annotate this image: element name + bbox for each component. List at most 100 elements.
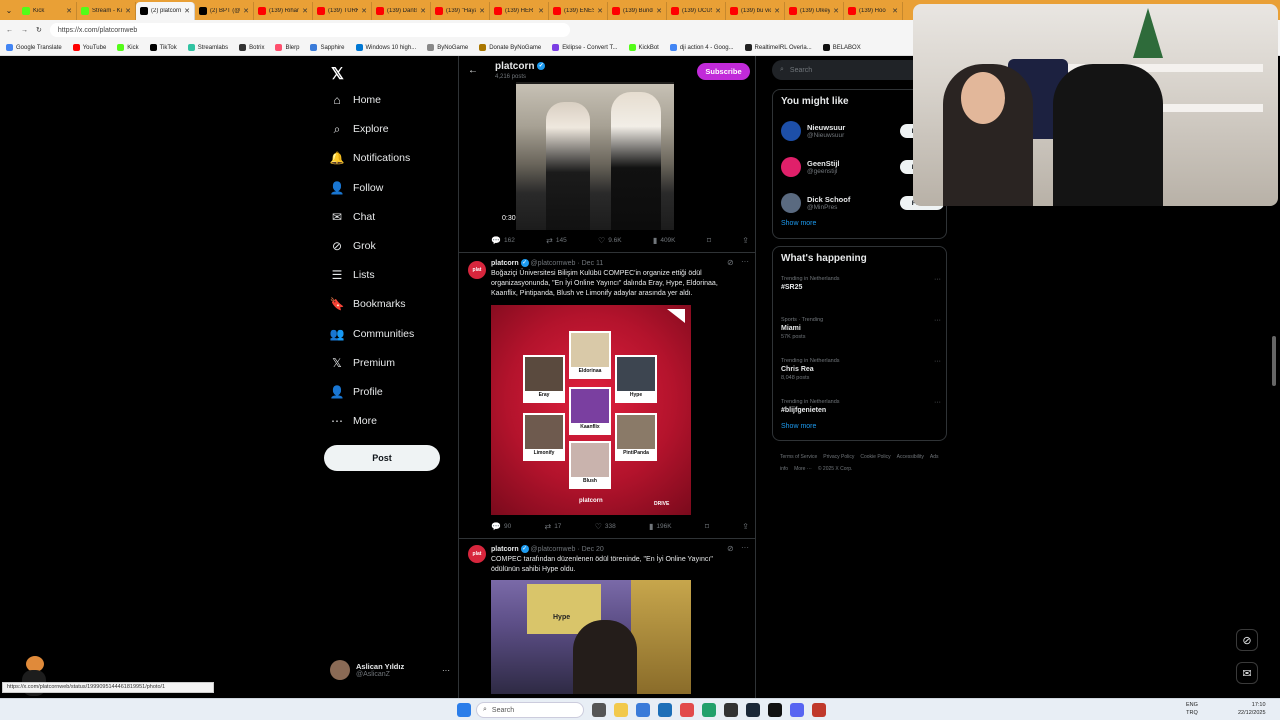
footer-link[interactable]: © 2025 X Corp.: [818, 466, 853, 472]
nav-item-chat[interactable]: ✉ Chat: [330, 210, 375, 224]
author-avatar[interactable]: plat: [468, 261, 486, 279]
browser-tab[interactable]: (139) Hoo ✕: [844, 2, 903, 20]
messages-fab-icon[interactable]: ✉: [1236, 662, 1258, 684]
bookmark-item[interactable]: Streamlabs: [187, 44, 228, 51]
close-icon[interactable]: ✕: [479, 7, 485, 15]
trend-item[interactable]: Trending in Netherlands #SR25 ···: [781, 276, 941, 291]
reply-button[interactable]: 💬 90: [491, 522, 511, 531]
tweet-more-icon[interactable]: ···: [741, 257, 749, 266]
tweet-more-icon[interactable]: ···: [741, 543, 749, 552]
browser-tab[interactable]: Stream - Ki ✕: [77, 2, 136, 20]
browser-tab[interactable]: (139) Ulkey ✕: [785, 2, 844, 20]
discord-icon[interactable]: [790, 703, 804, 717]
nav-item-premium[interactable]: 𝕏 Premium: [330, 356, 395, 370]
suggested-account[interactable]: GeenStijl @geenstijl: [781, 157, 840, 177]
subscribe-button[interactable]: Subscribe: [697, 63, 750, 80]
show-more-link[interactable]: Show more: [781, 423, 816, 430]
grok-icon[interactable]: ⊘: [727, 258, 734, 267]
more-icon[interactable]: ···: [934, 317, 941, 324]
post-button[interactable]: Post: [324, 445, 440, 471]
browser-tab[interactable]: (139) TÜRKİ✕: [313, 2, 372, 20]
system-clock[interactable]: 17:10 22/12/2025: [1238, 701, 1266, 717]
browser-tab[interactable]: (139) Rihan ✕: [254, 2, 313, 20]
author-avatar[interactable]: plat: [468, 545, 486, 563]
taskbar-search[interactable]: ⌕ Search: [476, 702, 584, 718]
edge-icon[interactable]: [702, 703, 716, 717]
close-icon[interactable]: ✕: [361, 7, 367, 15]
browser-tab[interactable]: (139) UCUS ✕: [667, 2, 726, 20]
like-button[interactable]: ♡ 338: [595, 522, 616, 531]
bookmark-item[interactable]: Eklipse - Convert T...: [552, 44, 618, 51]
browser-tab[interactable]: (2) BPT (@tc✕: [195, 2, 254, 20]
bookmark-item[interactable]: Google Translate: [6, 44, 62, 51]
task-view-icon[interactable]: [592, 703, 606, 717]
bookmark-item[interactable]: dji action 4 - Goog...: [669, 44, 734, 51]
tweet-video[interactable]: [516, 82, 674, 230]
more-icon[interactable]: ···: [934, 399, 941, 406]
browser-tab[interactable]: (139) ENES ✕: [549, 2, 608, 20]
browser-tab[interactable]: (139) HER S✕: [490, 2, 549, 20]
footer-link[interactable]: Privacy Policy: [823, 454, 854, 460]
close-icon[interactable]: ✕: [538, 7, 544, 15]
account-switcher[interactable]: Aslican Yıldız @AslicanZ ···: [330, 660, 450, 680]
bookmark-button[interactable]: ⌑: [705, 522, 709, 531]
close-icon[interactable]: ✕: [125, 7, 131, 15]
footer-link[interactable]: More ···: [794, 466, 812, 472]
bookmark-item[interactable]: ByNoGame: [427, 44, 468, 51]
share-button[interactable]: ⇪: [742, 236, 749, 245]
nav-item-explore[interactable]: ⌕ Explore: [330, 122, 389, 136]
app-icon[interactable]: [658, 703, 672, 717]
repost-button[interactable]: ⇄ 17: [544, 522, 561, 531]
opera-icon[interactable]: [680, 703, 694, 717]
close-icon[interactable]: ✕: [66, 7, 72, 15]
bookmark-item[interactable]: BELABOX: [822, 44, 861, 51]
tab-list-icon[interactable]: ⌄: [0, 1, 18, 19]
bookmark-item[interactable]: TikTok: [149, 44, 177, 51]
close-icon[interactable]: ✕: [302, 7, 308, 15]
bookmark-item[interactable]: Botrix: [239, 44, 264, 51]
grok-icon[interactable]: ⊘: [727, 544, 734, 553]
search-input[interactable]: ⌕ Search: [772, 60, 922, 80]
suggested-account[interactable]: Nieuwsuur @Nieuwsuur: [781, 121, 845, 141]
more-icon[interactable]: ···: [934, 276, 941, 283]
browser-tab[interactable]: (2) platcorn ✕: [136, 2, 195, 20]
back-arrow-icon[interactable]: ←: [468, 65, 478, 76]
browser-tab[interactable]: (139) bu vid ✕: [726, 2, 785, 20]
close-icon[interactable]: ✕: [892, 7, 898, 15]
trend-item[interactable]: Sports · Trending Miami 57K posts ···: [781, 317, 941, 340]
views-button[interactable]: ▮ 409K: [653, 236, 676, 245]
show-more-link[interactable]: Show more: [781, 220, 816, 227]
bookmark-item[interactable]: RealtimeIRL Overla...: [744, 44, 812, 51]
close-icon[interactable]: ✕: [656, 7, 662, 15]
language-indicator[interactable]: ENG TRQ: [1186, 701, 1198, 717]
close-icon[interactable]: ✕: [715, 7, 721, 15]
browser-tab[interactable]: Kick ✕: [18, 2, 77, 20]
footer-link[interactable]: Accessibility: [897, 454, 924, 460]
bookmark-item[interactable]: KickBot: [628, 44, 659, 51]
nav-item-profile[interactable]: 👤 Profile: [330, 385, 383, 399]
repost-button[interactable]: ⇄ 145: [546, 236, 567, 245]
close-icon[interactable]: ✕: [833, 7, 839, 15]
more-icon[interactable]: ···: [934, 358, 941, 365]
steam-icon[interactable]: [746, 703, 760, 717]
share-button[interactable]: ⇪: [742, 522, 749, 531]
nav-item-communities[interactable]: 👥 Communities: [330, 327, 415, 341]
trend-item[interactable]: Trending in Netherlands #blijfgenieten ···: [781, 399, 941, 414]
nav-item-grok[interactable]: ⊘ Grok: [330, 239, 376, 253]
browser-tab[interactable]: (139) "Haya ✕: [431, 2, 490, 20]
browser-tab[interactable]: (139) Dants ✕: [372, 2, 431, 20]
back-icon[interactable]: ←: [6, 27, 13, 34]
bookmark-button[interactable]: ⌑: [707, 236, 711, 245]
x-logo-icon[interactable]: 𝕏: [331, 64, 344, 84]
more-icon[interactable]: ···: [442, 666, 450, 675]
footer-link[interactable]: Cookie Policy: [860, 454, 890, 460]
close-icon[interactable]: ✕: [774, 7, 780, 15]
tweet-image[interactable]: platcorn DRIVE Eldorinaa Eray Hype Kaanflix…: [491, 305, 691, 515]
app-icon[interactable]: [724, 703, 738, 717]
bookmark-item[interactable]: Blerp: [275, 44, 299, 51]
tweet-image[interactable]: Hype: [491, 580, 691, 694]
refresh-icon[interactable]: ↻: [36, 26, 42, 34]
nav-item-more[interactable]: ⋯ More: [330, 414, 377, 428]
views-button[interactable]: ▮ 196K: [649, 522, 672, 531]
browser-tab[interactable]: (139) Bundo ✕: [608, 2, 667, 20]
